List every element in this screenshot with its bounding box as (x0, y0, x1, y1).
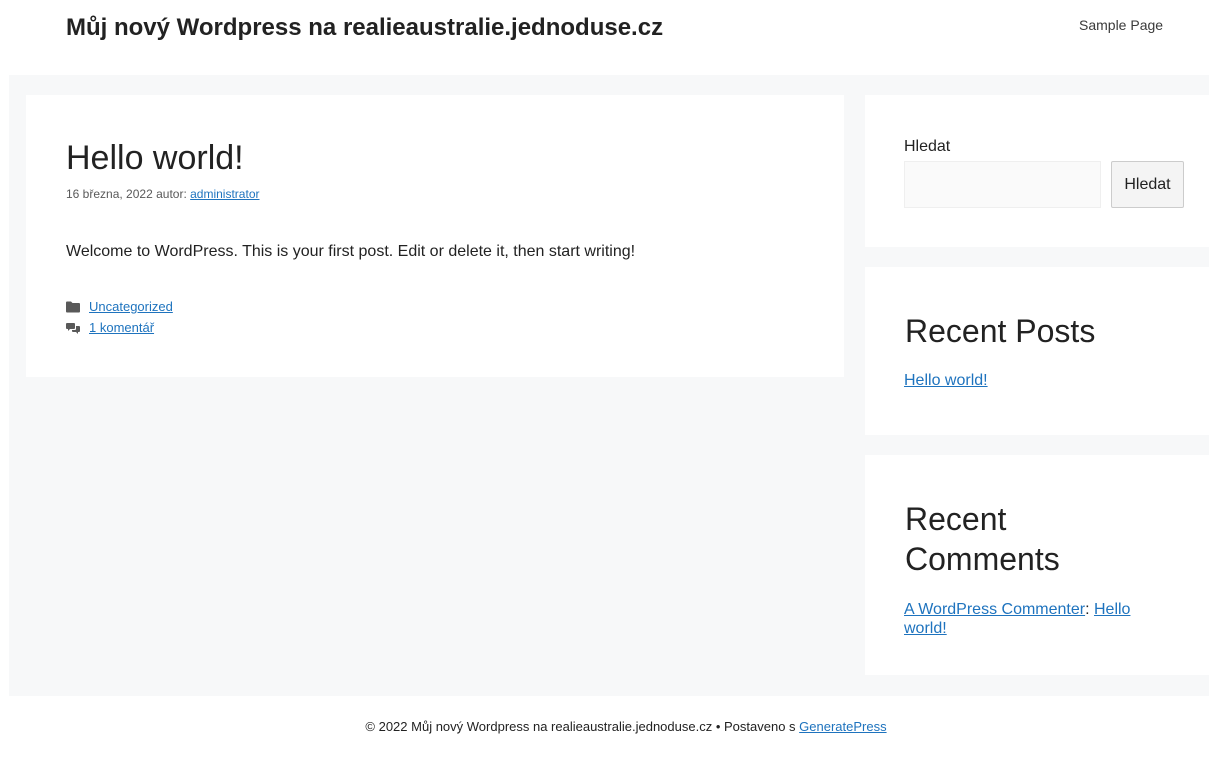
search-button[interactable]: Hledat (1111, 161, 1184, 208)
post-content: Welcome to WordPress. This is your first… (66, 243, 636, 260)
post-author-link[interactable]: administrator (190, 187, 259, 201)
site-title-link[interactable]: Můj nový Wordpress na realieaustralie.je… (66, 14, 663, 42)
post-category-link[interactable]: Uncategorized (89, 299, 173, 314)
footer-copyright: © 2022 Můj nový Wordpress na realieaustr… (365, 719, 796, 734)
post-date: 16 března, 2022 (66, 187, 153, 201)
post-category-row: Uncategorized (66, 296, 173, 317)
site-footer: © 2022 Můj nový Wordpress na realieaustr… (0, 696, 1209, 758)
folder-icon (66, 301, 80, 312)
comment-author-link[interactable]: A WordPress Commenter (904, 601, 1085, 618)
post-title[interactable]: Hello world! (66, 139, 244, 178)
post-footer: Uncategorized 1 komentář (66, 296, 173, 338)
post-comments-link[interactable]: 1 komentář (89, 320, 154, 335)
comment-separator: : (1085, 601, 1094, 618)
recent-post-link[interactable]: Hello world! (904, 372, 988, 390)
post-author-prefix: autor: (156, 187, 187, 201)
post-comments-row: 1 komentář (66, 317, 173, 338)
footer-generatepress-link[interactable]: GeneratePress (799, 719, 886, 734)
search-input[interactable] (904, 161, 1101, 208)
search-widget: Hledat Hledat (865, 95, 1209, 247)
post-card: Hello world! 16 března, 2022 autor: admi… (26, 95, 844, 377)
comments-icon (66, 322, 80, 334)
recent-comment-item: A WordPress Commenter: Hello world! (904, 600, 1164, 638)
nav-sample-page-link[interactable]: Sample Page (1079, 17, 1163, 33)
recent-posts-widget: Recent Posts Hello world! (865, 267, 1209, 435)
recent-comments-title: Recent Comments (905, 501, 1060, 577)
footer-text: © 2022 Můj nový Wordpress na realieaustr… (0, 719, 1209, 734)
search-label: Hledat (904, 138, 951, 155)
recent-comments-widget: Recent Comments A WordPress Commenter: H… (865, 455, 1209, 675)
site-header: Můj nový Wordpress na realieaustralie.je… (0, 0, 1209, 75)
post-meta: 16 března, 2022 autor: administrator (66, 187, 259, 201)
recent-posts-title: Recent Posts (905, 313, 1096, 349)
